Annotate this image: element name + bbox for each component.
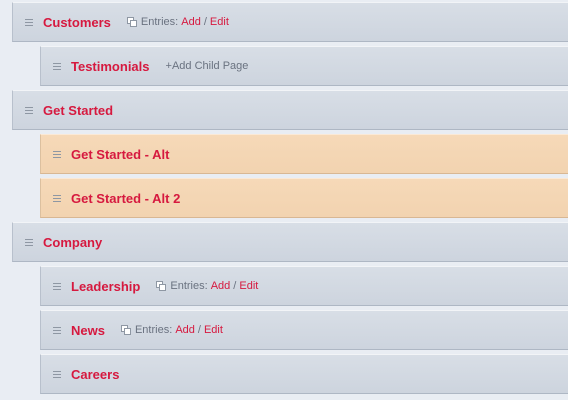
drag-handle-icon[interactable] <box>53 326 61 334</box>
add-child-page-link[interactable]: +Add Child Page <box>166 60 249 72</box>
entries-meta: Entries: Add / Edit <box>156 280 258 292</box>
drag-handle-icon[interactable] <box>25 106 33 114</box>
drag-handle-icon[interactable] <box>25 18 33 26</box>
page-row-get-started-alt[interactable]: Get Started - Alt <box>40 134 568 174</box>
entries-icon <box>120 325 131 335</box>
entries-add-link[interactable]: Add <box>211 280 231 292</box>
entries-separator: / <box>197 324 201 336</box>
page-title-link[interactable]: Customers <box>43 15 111 30</box>
page-title-link[interactable]: Get Started - Alt <box>71 147 169 162</box>
entries-meta: Entries: Add / Edit <box>120 324 223 336</box>
page-title-link[interactable]: News <box>71 323 105 338</box>
page-row-testimonials[interactable]: Testimonials +Add Child Page <box>40 46 568 86</box>
entries-separator: / <box>233 280 237 292</box>
page-row-company[interactable]: Company <box>12 222 568 262</box>
drag-handle-icon[interactable] <box>53 150 61 158</box>
page-tree: Customers Entries: Add / Edit Testimonia… <box>0 0 568 400</box>
entries-edit-link[interactable]: Edit <box>239 280 258 292</box>
entries-label: Entries: <box>170 280 208 292</box>
page-row-get-started[interactable]: Get Started <box>12 90 568 130</box>
page-title-link[interactable]: Get Started <box>43 103 113 118</box>
entries-separator: / <box>203 16 207 28</box>
drag-handle-icon[interactable] <box>53 194 61 202</box>
entries-edit-link[interactable]: Edit <box>204 324 223 336</box>
page-title-link[interactable]: Get Started - Alt 2 <box>71 191 180 206</box>
entries-icon <box>126 17 137 27</box>
page-row-news[interactable]: News Entries: Add / Edit <box>40 310 568 350</box>
entries-add-link[interactable]: Add <box>175 324 195 336</box>
page-row-leadership[interactable]: Leadership Entries: Add / Edit <box>40 266 568 306</box>
page-row-careers[interactable]: Careers <box>40 354 568 394</box>
entries-add-link[interactable]: Add <box>181 16 201 28</box>
page-title-link[interactable]: Company <box>43 235 102 250</box>
drag-handle-icon[interactable] <box>53 370 61 378</box>
drag-handle-icon[interactable] <box>25 238 33 246</box>
entries-edit-link[interactable]: Edit <box>210 16 229 28</box>
entries-icon <box>156 281 167 291</box>
page-row-get-started-alt-2[interactable]: Get Started - Alt 2 <box>40 178 568 218</box>
page-row-customers[interactable]: Customers Entries: Add / Edit <box>12 2 568 42</box>
entries-label: Entries: <box>134 324 173 336</box>
drag-handle-icon[interactable] <box>53 282 61 290</box>
entries-meta: Entries: Add / Edit <box>126 16 229 28</box>
drag-handle-icon[interactable] <box>53 62 61 70</box>
page-title-link[interactable]: Testimonials <box>71 59 150 74</box>
page-title-link[interactable]: Careers <box>71 367 119 382</box>
entries-label: Entries: <box>140 16 179 28</box>
page-title-link[interactable]: Leadership <box>71 279 140 294</box>
